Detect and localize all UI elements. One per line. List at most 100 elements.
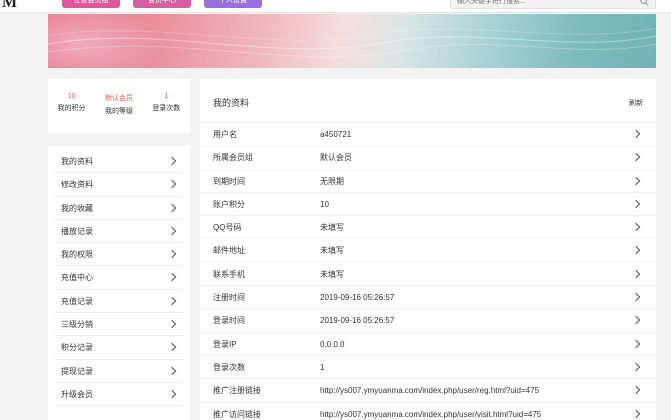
profile-row-username[interactable]: 用户名 a450721: [200, 123, 656, 147]
row-value: 1: [320, 362, 325, 372]
menu-item-recharge-center[interactable]: 充值中心: [55, 266, 183, 290]
panel-title: 我的资料: [213, 98, 250, 108]
top-button-3[interactable]: 个人设置: [204, 0, 262, 8]
chevron-right-icon: [631, 176, 641, 185]
stat-value: 默认会员: [104, 95, 133, 102]
row-label: 推广注册链接: [213, 386, 261, 396]
chevron-right-icon: [167, 366, 177, 375]
row-value[interactable]: http://ys007.ymyuanma.com/index.php/user…: [320, 403, 541, 420]
menu-item-label: 充值记录: [61, 296, 93, 306]
row-label: 登录次数: [213, 362, 245, 372]
sidebar-menu: 我的资料 修改资料 我的收藏 播放记录 我的权限 充值中心 充值记录 三级分销 …: [48, 146, 190, 420]
menu-item-permissions[interactable]: 我的权限: [55, 243, 183, 267]
chevron-right-icon: [631, 153, 641, 162]
menu-item-recharge-history[interactable]: 充值记录: [55, 290, 183, 314]
row-label: 邮件地址: [213, 246, 245, 256]
menu-item-label: 播放记录: [61, 226, 93, 236]
menu-item-profile[interactable]: 我的资料: [55, 150, 183, 174]
profile-row-login-time[interactable]: 登录时间 2019-09-16 05:26:57: [200, 309, 656, 333]
row-value: 2019-09-16 05:26:57: [320, 293, 395, 303]
site-logo[interactable]: M: [2, 0, 17, 12]
stat-level: 默认会员 我的等级: [95, 79, 142, 133]
chevron-right-icon: [631, 129, 641, 139]
chevron-right-icon: [167, 180, 177, 189]
profile-row-phone[interactable]: 联系手机 未填写: [200, 263, 656, 287]
row-value: 未填写: [320, 269, 344, 279]
profile-row-register-time[interactable]: 注册时间 2019-09-16 05:26:57: [200, 286, 656, 310]
menu-item-label: 我的权限: [61, 250, 93, 260]
row-label: 账户积分: [213, 199, 245, 209]
chevron-right-icon: [631, 409, 641, 418]
menu-item-distribution[interactable]: 三级分销: [55, 313, 183, 337]
row-label: 用户名: [213, 130, 237, 139]
user-stats-card: 10 我的积分 默认会员 我的等级 1 登录次数: [48, 79, 190, 133]
row-label: 到期时间: [213, 176, 245, 186]
profile-row-login-count[interactable]: 登录次数 1: [200, 356, 656, 380]
chevron-right-icon: [631, 292, 641, 302]
menu-item-label: 积分记录: [61, 343, 93, 353]
banner-wave-decoration: [48, 27, 656, 58]
chevron-right-icon: [167, 203, 177, 212]
stat-label: 登录次数: [152, 105, 181, 112]
menu-item-label: 三级分销: [61, 320, 93, 330]
menu-item-edit-profile[interactable]: 修改资料: [55, 173, 183, 197]
chevron-right-icon: [167, 389, 177, 399]
profile-row-qq[interactable]: QQ号码 未填写: [200, 216, 656, 240]
menu-item-label: 提现记录: [61, 366, 93, 376]
search-input[interactable]: [457, 0, 629, 7]
chevron-right-icon: [167, 249, 177, 259]
menu-item-label: 升级会员: [61, 389, 93, 399]
menu-item-favorites[interactable]: 我的收藏: [55, 197, 183, 220]
row-value: 0.0.0.0: [320, 339, 345, 349]
chevron-right-icon: [631, 199, 641, 209]
profile-row-referral-visit-link[interactable]: 推广访问链接 http://ys007.ymyuanma.com/index.ph…: [200, 403, 656, 420]
stat-value: 10: [67, 93, 76, 100]
row-value: 未填写: [320, 223, 344, 233]
row-value: 未填写: [320, 246, 344, 256]
menu-item-label: 我的收藏: [61, 203, 93, 213]
top-button-1[interactable]: 任意会员组: [62, 0, 120, 8]
search-icon[interactable]: [640, 0, 649, 6]
profile-row-login-ip[interactable]: 登录IP 0.0.0.0: [200, 333, 656, 356]
profile-row-group[interactable]: 所属会员组 默认会员: [200, 146, 656, 170]
profile-row-referral-register-link[interactable]: 推广注册链接 http://ys007.ymyuanma.com/index.ph…: [200, 379, 656, 403]
row-value: a450721: [320, 130, 352, 139]
top-bar: M 任意会员组 会员中心 个人设置: [0, 0, 671, 13]
chevron-right-icon: [167, 319, 177, 329]
chevron-right-icon: [631, 316, 641, 325]
stat-value: 1: [164, 93, 169, 100]
menu-item-upgrade[interactable]: 升级会员: [55, 383, 183, 407]
chevron-right-icon: [631, 339, 641, 348]
menu-item-label: 充值中心: [61, 273, 93, 283]
menu-item-points-history[interactable]: 积分记录: [55, 336, 183, 360]
stat-logins: 1 登录次数: [143, 79, 190, 133]
stat-label: 我的等级: [104, 108, 133, 115]
menu-item-withdraw-history[interactable]: 提现记录: [55, 360, 183, 383]
row-value: 10: [320, 199, 329, 209]
stat-label: 我的积分: [57, 105, 86, 112]
search-box: [450, 0, 656, 9]
top-button-2[interactable]: 会员中心: [133, 0, 191, 8]
chevron-right-icon: [631, 362, 641, 372]
row-label: 推广访问链接: [213, 409, 261, 419]
profile-row-points[interactable]: 账户积分 10: [200, 193, 656, 217]
chevron-right-icon: [631, 269, 641, 279]
chevron-right-icon: [631, 246, 641, 255]
row-value: 默认会员: [320, 153, 352, 163]
chevron-right-icon: [167, 226, 177, 236]
refresh-link[interactable]: 刷新: [629, 98, 643, 108]
stat-points: 10 我的积分: [48, 79, 95, 133]
profile-row-expiry[interactable]: 到期时间 无限期: [200, 170, 656, 193]
menu-item-label: 我的资料: [61, 157, 93, 166]
row-value: 2019-09-16 05:26:57: [320, 316, 395, 326]
profile-panel: 我的资料 刷新 用户名 a450721 所属会员组 默认会员 到期时间 无限期 账户积…: [200, 79, 656, 420]
row-value[interactable]: http://ys007.ymyuanma.com/index.php/user…: [320, 379, 539, 402]
row-label: 登录时间: [213, 316, 245, 326]
row-label: 所属会员组: [213, 153, 253, 163]
profile-row-email[interactable]: 邮件地址 未填写: [200, 239, 656, 263]
row-label: 联系手机: [213, 269, 245, 279]
menu-item-play-history[interactable]: 播放记录: [55, 220, 183, 244]
row-label: 注册时间: [213, 293, 245, 303]
banner-image: [48, 14, 656, 68]
chevron-right-icon: [167, 156, 177, 166]
